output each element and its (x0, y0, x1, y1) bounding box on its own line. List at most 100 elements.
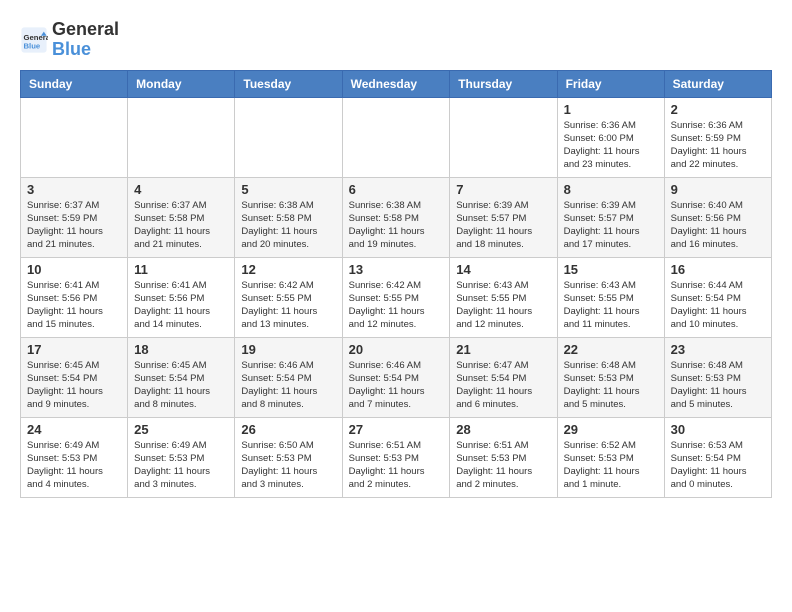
week-row-1: 1 Sunrise: 6:36 AM Sunset: 6:00 PM Daylig… (21, 97, 772, 177)
week-row-2: 3 Sunrise: 6:37 AM Sunset: 5:59 PM Daylig… (21, 177, 772, 257)
day-info: Sunrise: 6:53 AM Sunset: 5:54 PM Dayligh… (671, 439, 765, 492)
week-row-3: 10 Sunrise: 6:41 AM Sunset: 5:56 PM Dayli… (21, 257, 772, 337)
day-cell: 9 Sunrise: 6:40 AM Sunset: 5:56 PM Daylig… (664, 177, 771, 257)
weekday-header-monday: Monday (128, 70, 235, 97)
day-number: 20 (349, 342, 444, 357)
logo-icon: General Blue (20, 26, 48, 54)
day-number: 22 (564, 342, 658, 357)
day-cell: 21Sunrise: 6:47 AM Sunset: 5:54 PM Dayli… (450, 337, 557, 417)
day-number: 23 (671, 342, 765, 357)
day-info: Sunrise: 6:49 AM Sunset: 5:53 PM Dayligh… (134, 439, 228, 492)
weekday-header-tuesday: Tuesday (235, 70, 342, 97)
day-number: 1 (564, 102, 658, 117)
weekday-header-friday: Friday (557, 70, 664, 97)
day-cell: 25 Sunrise: 6:49 AM Sunset: 5:53 PM Dayli… (128, 417, 235, 497)
day-number: 24 (27, 422, 121, 437)
day-cell: 30 Sunrise: 6:53 AM Sunset: 5:54 PM Dayli… (664, 417, 771, 497)
day-cell (128, 97, 235, 177)
day-info: Sunrise: 6:36 AM Sunset: 6:00 PM Dayligh… (564, 119, 658, 172)
day-info: Sunrise: 6:51 AM Sunset: 5:53 PM Dayligh… (349, 439, 444, 492)
day-number: 17 (27, 342, 121, 357)
day-cell: 24Sunrise: 6:49 AM Sunset: 5:53 PM Dayli… (21, 417, 128, 497)
day-number: 3 (27, 182, 121, 197)
logo: General Blue GeneralBlue (20, 20, 119, 60)
day-cell: 8Sunrise: 6:39 AM Sunset: 5:57 PM Daylig… (557, 177, 664, 257)
day-cell: 18 Sunrise: 6:45 AM Sunset: 5:54 PM Dayli… (128, 337, 235, 417)
day-cell: 2Sunrise: 6:36 AM Sunset: 5:59 PM Daylig… (664, 97, 771, 177)
day-cell: 29 Sunrise: 6:52 AM Sunset: 5:53 PM Dayli… (557, 417, 664, 497)
day-cell: 13 Sunrise: 6:42 AM Sunset: 5:55 PM Dayli… (342, 257, 450, 337)
day-number: 15 (564, 262, 658, 277)
week-row-5: 24 Sunrise: 6:49 AM Sunset: 5:53 PM Dayli… (21, 417, 772, 497)
day-info: Sunrise: 6:40 AM Sunset: 5:56 PM Dayligh… (671, 199, 765, 252)
day-number: 12 (241, 262, 335, 277)
logo-text: GeneralBlue (52, 20, 119, 60)
day-cell: 19Sunrise: 6:46 AM Sunset: 5:54 PM Dayli… (235, 337, 342, 417)
day-number: 11 (134, 262, 228, 277)
weekday-header-saturday: Saturday (664, 70, 771, 97)
day-cell (342, 97, 450, 177)
day-cell: 28 Sunrise: 6:51 AM Sunset: 5:53 PM Dayli… (450, 417, 557, 497)
day-number: 9 (671, 182, 765, 197)
day-cell (450, 97, 557, 177)
day-number: 8 (564, 182, 658, 197)
day-info: Sunrise: 6:51 AM Sunset: 5:53 PM Dayligh… (456, 439, 550, 492)
day-info: Sunrise: 6:43 AM Sunset: 5:55 PM Dayligh… (564, 279, 658, 332)
day-number: 10 (27, 262, 121, 277)
weekday-header-sunday: Sunday (21, 70, 128, 97)
day-number: 14 (456, 262, 550, 277)
day-cell: 16 Sunrise: 6:44 AM Sunset: 5:54 PM Dayli… (664, 257, 771, 337)
day-info: Sunrise: 6:42 AM Sunset: 5:55 PM Dayligh… (349, 279, 444, 332)
week-row-4: 17 Sunrise: 6:45 AM Sunset: 5:54 PM Dayli… (21, 337, 772, 417)
day-number: 16 (671, 262, 765, 277)
day-number: 29 (564, 422, 658, 437)
day-number: 6 (349, 182, 444, 197)
day-info: Sunrise: 6:48 AM Sunset: 5:53 PM Dayligh… (671, 359, 765, 412)
svg-text:Blue: Blue (24, 41, 41, 50)
day-info: Sunrise: 6:46 AM Sunset: 5:54 PM Dayligh… (349, 359, 444, 412)
day-cell (21, 97, 128, 177)
day-info: Sunrise: 6:44 AM Sunset: 5:54 PM Dayligh… (671, 279, 765, 332)
day-info: Sunrise: 6:38 AM Sunset: 5:58 PM Dayligh… (241, 199, 335, 252)
weekday-header-wednesday: Wednesday (342, 70, 450, 97)
day-cell: 14Sunrise: 6:43 AM Sunset: 5:55 PM Dayli… (450, 257, 557, 337)
day-cell (235, 97, 342, 177)
header: General Blue GeneralBlue (20, 20, 772, 60)
day-cell: 20 Sunrise: 6:46 AM Sunset: 5:54 PM Dayli… (342, 337, 450, 417)
day-cell: 4 Sunrise: 6:37 AM Sunset: 5:58 PM Daylig… (128, 177, 235, 257)
day-cell: 15 Sunrise: 6:43 AM Sunset: 5:55 PM Dayli… (557, 257, 664, 337)
day-number: 30 (671, 422, 765, 437)
day-info: Sunrise: 6:52 AM Sunset: 5:53 PM Dayligh… (564, 439, 658, 492)
day-info: Sunrise: 6:36 AM Sunset: 5:59 PM Dayligh… (671, 119, 765, 172)
day-info: Sunrise: 6:45 AM Sunset: 5:54 PM Dayligh… (27, 359, 121, 412)
day-number: 28 (456, 422, 550, 437)
day-cell: 12 Sunrise: 6:42 AM Sunset: 5:55 PM Dayli… (235, 257, 342, 337)
day-number: 19 (241, 342, 335, 357)
day-cell: 17 Sunrise: 6:45 AM Sunset: 5:54 PM Dayli… (21, 337, 128, 417)
day-cell: 26Sunrise: 6:50 AM Sunset: 5:53 PM Dayli… (235, 417, 342, 497)
day-number: 4 (134, 182, 228, 197)
calendar-table: SundayMondayTuesdayWednesdayThursdayFrid… (20, 70, 772, 498)
day-info: Sunrise: 6:45 AM Sunset: 5:54 PM Dayligh… (134, 359, 228, 412)
day-info: Sunrise: 6:50 AM Sunset: 5:53 PM Dayligh… (241, 439, 335, 492)
day-number: 25 (134, 422, 228, 437)
day-info: Sunrise: 6:42 AM Sunset: 5:55 PM Dayligh… (241, 279, 335, 332)
day-number: 18 (134, 342, 228, 357)
day-info: Sunrise: 6:37 AM Sunset: 5:58 PM Dayligh… (134, 199, 228, 252)
weekday-header-row: SundayMondayTuesdayWednesdayThursdayFrid… (21, 70, 772, 97)
day-info: Sunrise: 6:41 AM Sunset: 5:56 PM Dayligh… (134, 279, 228, 332)
day-cell: 22 Sunrise: 6:48 AM Sunset: 5:53 PM Dayli… (557, 337, 664, 417)
day-info: Sunrise: 6:37 AM Sunset: 5:59 PM Dayligh… (27, 199, 121, 252)
day-info: Sunrise: 6:48 AM Sunset: 5:53 PM Dayligh… (564, 359, 658, 412)
day-number: 5 (241, 182, 335, 197)
day-info: Sunrise: 6:38 AM Sunset: 5:58 PM Dayligh… (349, 199, 444, 252)
day-cell: 10 Sunrise: 6:41 AM Sunset: 5:56 PM Dayli… (21, 257, 128, 337)
day-cell: 27 Sunrise: 6:51 AM Sunset: 5:53 PM Dayli… (342, 417, 450, 497)
day-cell: 6 Sunrise: 6:38 AM Sunset: 5:58 PM Daylig… (342, 177, 450, 257)
day-cell: 3 Sunrise: 6:37 AM Sunset: 5:59 PM Daylig… (21, 177, 128, 257)
day-number: 7 (456, 182, 550, 197)
day-number: 27 (349, 422, 444, 437)
weekday-header-thursday: Thursday (450, 70, 557, 97)
day-number: 13 (349, 262, 444, 277)
day-info: Sunrise: 6:41 AM Sunset: 5:56 PM Dayligh… (27, 279, 121, 332)
